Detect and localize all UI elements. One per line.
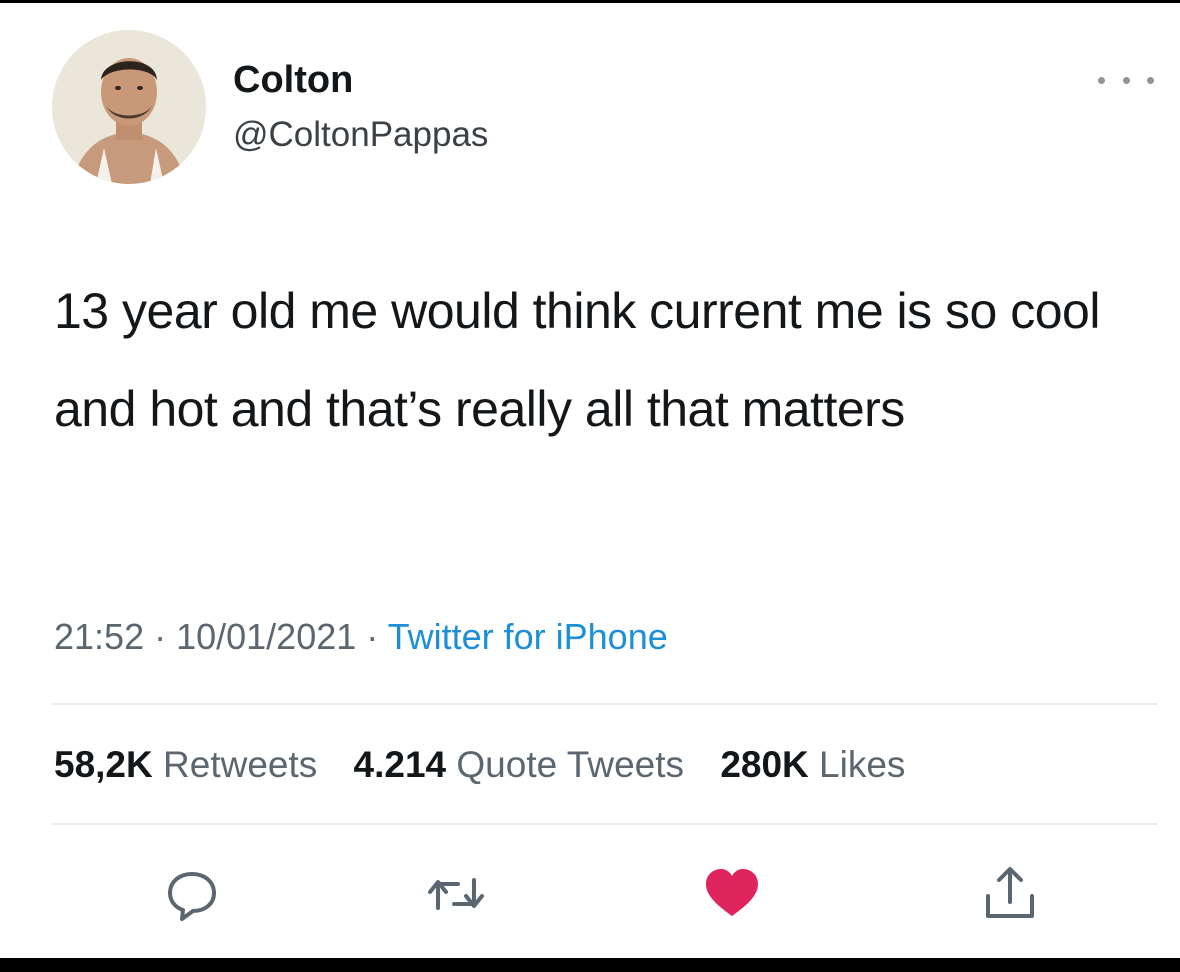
reply-icon — [168, 872, 216, 921]
more-dot — [1147, 76, 1154, 84]
meta-separator: · — [356, 616, 388, 657]
quote-tweets-label: Quote Tweets — [456, 744, 685, 785]
retweets-stat[interactable]: 58,2K Retweets — [54, 744, 317, 785]
top-border — [0, 0, 1180, 3]
more-dot — [1098, 76, 1105, 84]
quote-tweets-count: 4.214 — [353, 744, 447, 785]
share-icon — [986, 867, 1034, 918]
tweet-meta: 21:52 · 10/01/2021 · Twitter for iPhone — [54, 614, 668, 660]
tweet-text: 13 year old me would think current me is… — [54, 283, 1100, 437]
tweet-source-link[interactable]: Twitter for iPhone — [388, 616, 668, 657]
likes-stat[interactable]: 280K Likes — [720, 744, 905, 785]
display-name[interactable]: Colton — [233, 58, 353, 102]
like-button[interactable] — [700, 862, 764, 926]
heart-icon — [706, 869, 758, 916]
bottom-border — [0, 958, 1180, 972]
likes-count: 280K — [720, 744, 809, 785]
more-options-icon[interactable] — [1098, 70, 1154, 90]
tweet-time: 21:52 — [54, 616, 145, 657]
user-handle[interactable]: @ColtonPappas — [233, 114, 488, 156]
divider — [52, 703, 1158, 705]
quote-tweets-stat[interactable]: 4.214 Quote Tweets — [354, 744, 685, 785]
reply-button[interactable] — [160, 862, 224, 926]
more-dot — [1122, 76, 1130, 84]
retweet-button[interactable] — [424, 862, 488, 926]
retweets-count: 58,2K — [54, 744, 153, 785]
tweet-date: 10/01/2021 — [176, 616, 357, 657]
avatar-portrait — [52, 30, 206, 184]
meta-separator: · — [144, 616, 177, 657]
engagement-stats: 58,2K Retweets 4.214 Quote Tweets 280K L… — [54, 742, 931, 788]
avatar[interactable] — [52, 30, 206, 184]
share-button[interactable] — [978, 862, 1042, 926]
likes-label: Likes — [819, 744, 906, 785]
retweets-label: Retweets — [163, 744, 318, 785]
retweet-icon — [428, 878, 484, 910]
divider — [52, 823, 1158, 825]
